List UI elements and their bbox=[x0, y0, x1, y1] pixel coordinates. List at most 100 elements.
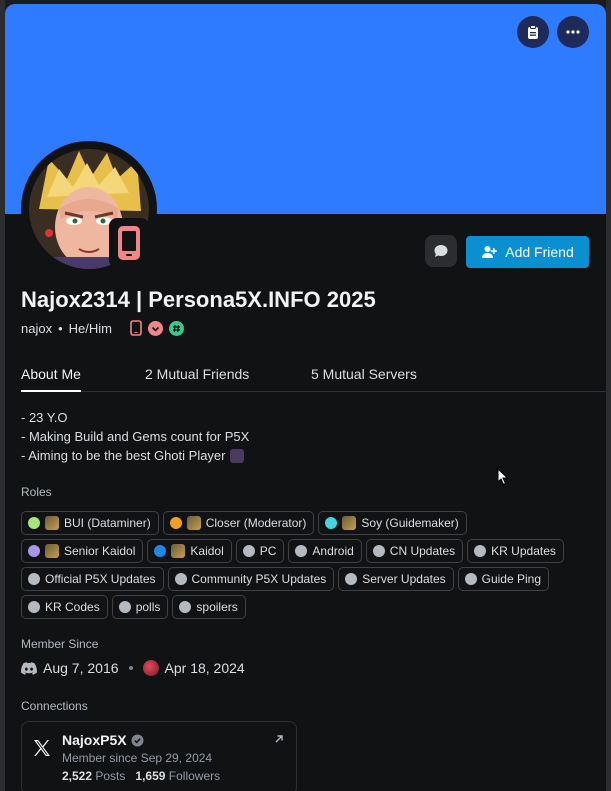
role-label: polls bbox=[135, 600, 161, 614]
role-chip[interactable]: Guide Ping bbox=[457, 567, 549, 591]
role-chip[interactable]: spoilers bbox=[172, 595, 246, 619]
roles-heading: Roles bbox=[21, 485, 52, 499]
role-color-dot bbox=[242, 545, 255, 557]
clipboard-button[interactable] bbox=[517, 16, 549, 48]
pronouns: He/Him bbox=[68, 320, 112, 336]
background-right-strip bbox=[606, 0, 611, 791]
role-label: Kaidol bbox=[190, 544, 224, 558]
server-icon bbox=[142, 660, 159, 676]
role-chip[interactable]: Community P5X Updates bbox=[167, 567, 335, 591]
role-label: KR Updates bbox=[491, 544, 556, 558]
mouse-cursor-icon bbox=[497, 468, 509, 486]
role-chip[interactable]: KR Updates bbox=[467, 539, 564, 563]
posts-label: Posts bbox=[95, 769, 126, 783]
role-label: Soy (Guidemaker) bbox=[361, 516, 459, 530]
x-logo-icon bbox=[34, 740, 50, 756]
posts-count: 2,522 bbox=[62, 769, 93, 783]
member-since-heading: Member Since bbox=[21, 637, 99, 651]
clipboard-icon bbox=[528, 25, 538, 39]
more-options-button[interactable] bbox=[557, 16, 589, 48]
bio-line: - Aiming to be the best Ghoti Player bbox=[21, 446, 249, 465]
bio-line: - Making Build and Gems count for P5X bbox=[21, 429, 250, 444]
role-chip[interactable]: polls bbox=[111, 595, 169, 619]
role-label: PC bbox=[259, 544, 277, 558]
role-emoji-icon bbox=[171, 544, 186, 558]
role-chip[interactable]: Soy (Guidemaker) bbox=[318, 511, 467, 535]
role-color-dot bbox=[174, 573, 187, 585]
profile-popout: Add Friend Najox2314 | Persona5X.INFO 20… bbox=[5, 4, 606, 791]
mobile-badge-icon bbox=[130, 320, 142, 336]
role-color-dot bbox=[28, 601, 40, 613]
message-button[interactable] bbox=[425, 235, 457, 267]
role-chip[interactable]: Android bbox=[288, 539, 362, 563]
role-label: Official P5X Updates bbox=[45, 572, 156, 586]
external-link-icon[interactable] bbox=[274, 734, 284, 744]
role-color-dot bbox=[345, 573, 358, 585]
separator-dot bbox=[128, 666, 133, 670]
role-color-dot bbox=[295, 545, 308, 557]
followers-count: 1,659 bbox=[135, 769, 166, 783]
role-label: Closer (Moderator) bbox=[205, 516, 307, 530]
member-since-row: Aug 7, 2016 Apr 18, 2024 bbox=[21, 660, 245, 676]
role-color-dot bbox=[28, 545, 40, 557]
role-chip[interactable]: Server Updates bbox=[338, 567, 454, 591]
role-color-dot bbox=[154, 545, 167, 557]
role-color-dot bbox=[118, 601, 131, 613]
role-chip[interactable]: CN Updates bbox=[365, 539, 464, 563]
chat-bubble-icon bbox=[434, 245, 448, 257]
role-color-dot bbox=[372, 545, 385, 557]
role-label: Android bbox=[312, 544, 354, 558]
connection-stats: 2,522 Posts 1,659 Followers bbox=[62, 769, 220, 783]
role-label: KR Codes bbox=[45, 600, 100, 614]
role-chip[interactable]: Senior Kaidol bbox=[21, 539, 144, 563]
role-color-dot bbox=[179, 601, 192, 613]
connection-card-x[interactable]: NajoxP5X Member since Sep 29, 2024 2,522… bbox=[21, 721, 297, 791]
role-color-dot bbox=[28, 573, 40, 585]
hashtag-badge-icon[interactable] bbox=[168, 320, 184, 336]
server-join-date: Apr 18, 2024 bbox=[164, 660, 245, 676]
discord-logo-icon bbox=[21, 661, 37, 675]
roles-list: BUI (Dataminer) Closer (Moderator) Soy (Gu… bbox=[21, 511, 581, 619]
connection-name: NajoxP5X bbox=[62, 732, 127, 748]
role-label: Guide Ping bbox=[481, 572, 541, 586]
role-label: BUI (Dataminer) bbox=[64, 516, 151, 530]
verified-icon bbox=[131, 734, 144, 746]
bullet: • bbox=[58, 320, 63, 336]
role-chip[interactable]: Closer (Moderator) bbox=[162, 511, 315, 535]
mobile-phone-icon bbox=[118, 226, 140, 260]
role-chip[interactable]: PC bbox=[235, 539, 285, 563]
role-emoji-icon bbox=[45, 516, 59, 530]
role-chip[interactable]: BUI (Dataminer) bbox=[21, 511, 159, 535]
custom-emoji-icon bbox=[229, 448, 244, 463]
role-emoji-icon bbox=[186, 516, 201, 530]
heart-badge-icon[interactable] bbox=[147, 320, 163, 336]
followers-label: Followers bbox=[168, 769, 221, 783]
role-label: spoilers bbox=[196, 600, 238, 614]
role-color-dot bbox=[464, 573, 477, 585]
role-label: CN Updates bbox=[389, 544, 456, 558]
tab-about-me[interactable]: About Me bbox=[21, 366, 81, 392]
mobile-status-badge bbox=[109, 218, 149, 268]
connection-name-row: NajoxP5X bbox=[62, 732, 144, 748]
discord-join-date: Aug 7, 2016 bbox=[43, 660, 119, 676]
role-emoji-icon bbox=[45, 544, 59, 558]
role-chip[interactable]: Official P5X Updates bbox=[21, 567, 164, 591]
role-label: Community P5X Updates bbox=[191, 572, 327, 586]
tab-mutual-friends[interactable]: 2 Mutual Friends bbox=[145, 366, 249, 382]
add-friend-button[interactable]: Add Friend bbox=[466, 236, 589, 268]
role-chip[interactable]: Kaidol bbox=[147, 539, 232, 563]
role-color-dot bbox=[28, 517, 40, 529]
tab-mutual-servers[interactable]: 5 Mutual Servers bbox=[311, 366, 417, 382]
role-color-dot bbox=[325, 517, 338, 529]
role-color-dot bbox=[474, 545, 487, 557]
role-color-dot bbox=[169, 517, 182, 529]
add-user-icon bbox=[482, 246, 498, 258]
username: najox bbox=[21, 320, 53, 336]
role-chip[interactable]: KR Codes bbox=[21, 595, 108, 619]
display-name: Najox2314 | Persona5X.INFO 2025 bbox=[21, 287, 376, 312]
connections-heading: Connections bbox=[21, 699, 88, 713]
role-label: Server Updates bbox=[362, 572, 446, 586]
profile-tabs: About Me 2 Mutual Friends 5 Mutual Serve… bbox=[21, 366, 606, 392]
bio-line: - 23 Y.O bbox=[21, 410, 68, 425]
role-label: Senior Kaidol bbox=[64, 544, 136, 558]
